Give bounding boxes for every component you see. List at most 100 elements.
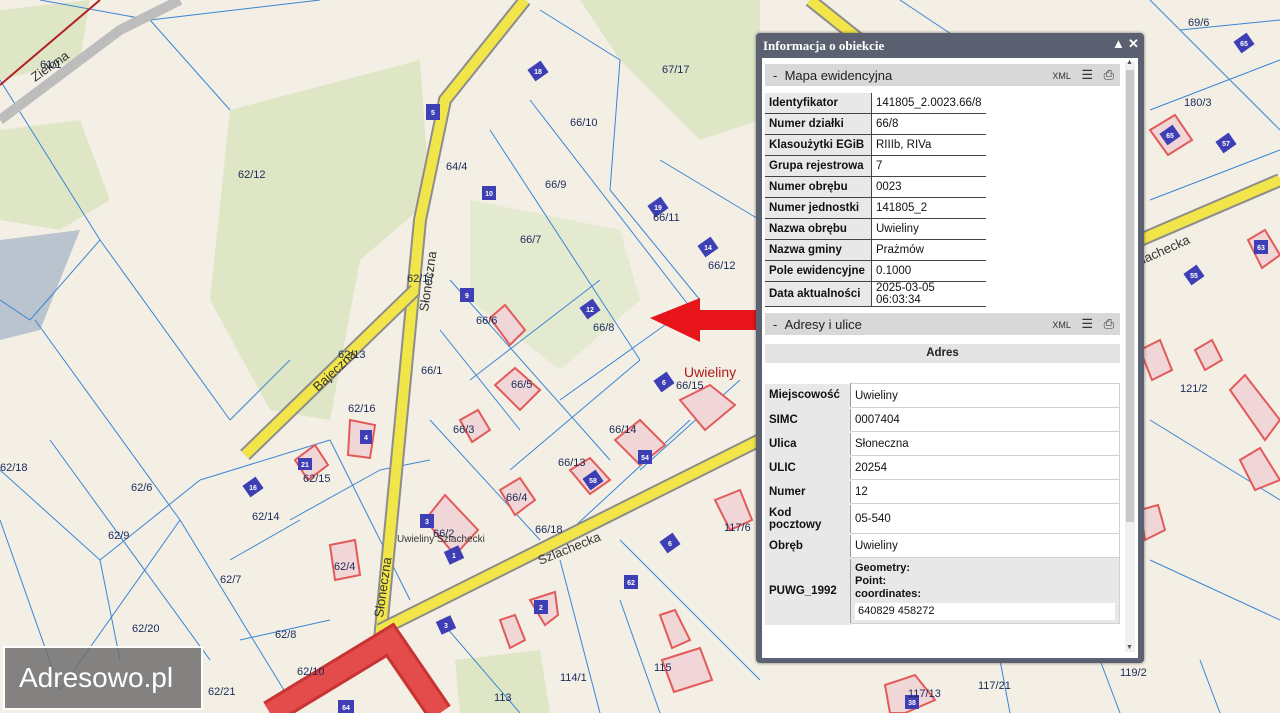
parcel-label: 62/15 [303,473,331,485]
parcel-label: 62/9 [108,530,129,542]
building-number-badge: 55 [1190,273,1198,280]
parcel-label: 117/6 [724,522,751,534]
building-number-badge: 62 [627,580,635,587]
scrollbar[interactable]: ▲ ▼ [1125,59,1135,652]
row-key: ULIC [765,455,851,481]
parcel-label: 62/6 [131,482,152,494]
section-adresy-i-ulice[interactable]: - Adresy i ulice XML ☰ ⎙ [765,313,1120,335]
row-value: 2025-03-05 06:03:34 [871,281,986,307]
table-row: Ulica Słoneczna [765,431,1120,457]
parcel-label: 66/9 [545,179,566,191]
row-key: Kod pocztowy [765,503,851,535]
list-icon[interactable]: ☰ [1081,316,1093,332]
table-row: Nazwa obrębu Uwieliny [765,218,986,240]
building-number-badge: 14 [704,245,712,252]
list-icon[interactable]: ☰ [1081,67,1093,83]
building-number-badge: 18 [534,69,542,76]
table-row: PUWG_1992 Geometry: Point: coordinates: 6408… [765,557,1120,625]
building-number-badge: 3 [425,519,429,526]
parcel-label: 62/20 [132,623,160,635]
table-row: Data aktualności 2025-03-05 06:03:34 [765,281,986,307]
parcel-label: 62/18 [0,462,28,474]
row-key: Ulica [765,431,851,457]
building-number-badge: 4 [364,435,368,442]
building-number-badge: 54 [641,455,649,462]
row-value: 141805_2 [871,197,986,219]
geometry-geometry-label: Geometry: [855,561,911,574]
table-row: Miejscowość Uwieliny [765,383,1120,409]
close-icon[interactable]: ✕ [1128,36,1139,52]
collapse-icon[interactable]: ▲ [1112,36,1125,51]
parcel-label: 66/18 [535,524,563,536]
parcel-label: 62/21 [208,686,236,698]
geometry-value: Geometry: Point: coordinates: 640829 458272 [850,557,1120,624]
table-row: Klasoużytki EGiB RIIIb, RIVa [765,134,986,156]
row-key: Grupa rejestrowa [765,155,872,177]
parcel-label: 66/1 [421,365,442,377]
info-panel: Informacja o obiekcie ▲ ✕ - Mapa ewidenc… [756,33,1144,663]
geometry-coordinates-label: coordinates: [855,587,922,600]
building-number-badge: 65 [1166,133,1174,140]
print-icon[interactable]: ⎙ [1104,67,1114,83]
row-key: Miejscowość [765,383,851,409]
parcel-label: 117/21 [978,680,1011,692]
xml-export-button[interactable]: XML [1052,71,1071,81]
adresy-table: Miejscowość Uwieliny SIMC 0007404 Ulica Słone… [765,383,1120,625]
parcel-label: 117/13 [908,688,941,700]
parcel-label: 66/15 [676,380,704,392]
table-row: Numer 12 [765,479,1120,505]
row-value: 05-540 [850,503,1120,534]
row-key: SIMC [765,407,851,433]
row-key: PUWG_1992 [765,557,851,625]
row-key: Obręb [765,533,851,559]
row-value: Słoneczna [850,431,1120,456]
row-key: Data aktualności [765,281,872,307]
row-key: Nazwa obrębu [765,218,872,240]
row-key: Numer obrębu [765,176,872,198]
section-title: Mapa ewidencyjna [784,68,893,83]
building-number-badge: 6 [668,541,672,548]
row-value: 0.1000 [871,260,986,282]
table-row: Numer obrębu 0023 [765,176,986,198]
scroll-down-icon[interactable]: ▼ [1126,644,1133,651]
parcel-label: 115 [654,662,672,674]
parcel-label: 66/11 [653,212,680,224]
section-title: Adresy i ulice [784,317,862,332]
row-value: 12 [850,479,1120,504]
building-number-badge: 9 [465,293,469,300]
parcel-label: 66/4 [506,492,527,504]
building-number-badge: 19 [654,205,662,212]
parcel-label: 66/13 [558,457,586,469]
building-number-badge: 16 [249,485,257,492]
xml-export-button[interactable]: XML [1052,320,1071,330]
parcel-label: 66/6 [476,315,497,327]
parcel-label: 113 [494,692,512,704]
table-row: Kod pocztowy 05-540 [765,503,1120,535]
table-row: ULIC 20254 [765,455,1120,481]
building-number-badge: 2 [539,605,543,612]
parcel-label: 62/12 [238,169,266,181]
table-row: Grupa rejestrowa 7 [765,155,986,177]
place-label: Uwieliny [684,364,736,380]
parcel-label: 62/8 [275,629,296,641]
building-number-badge: 3 [444,623,448,630]
section-mapa-ewidencyjna[interactable]: - Mapa ewidencyjna XML ☰ ⎙ [765,64,1120,86]
parcel-label: 66/10 [570,117,598,129]
row-key: Numer [765,479,851,505]
scroll-up-icon[interactable]: ▲ [1126,59,1133,66]
parcel-label: 62/10 [297,666,325,678]
scrollbar-thumb[interactable] [1126,70,1134,522]
row-value: 141805_2.0023.66/8 [871,93,986,114]
row-value: 66/8 [871,113,986,135]
row-key: Numer jednostki [765,197,872,219]
row-value: RIIIb, RIVa [871,134,986,156]
parcel-label: 66/12 [708,260,736,272]
geometry-point-label: Point: [855,574,887,587]
row-key: Identyfikator [765,93,872,114]
print-icon[interactable]: ⎙ [1104,316,1114,332]
row-value: 0007404 [850,407,1120,432]
row-key: Numer działki [765,113,872,135]
row-value: 7 [871,155,986,177]
table-row: SIMC 0007404 [765,407,1120,433]
table-row: Numer jednostki 141805_2 [765,197,986,219]
